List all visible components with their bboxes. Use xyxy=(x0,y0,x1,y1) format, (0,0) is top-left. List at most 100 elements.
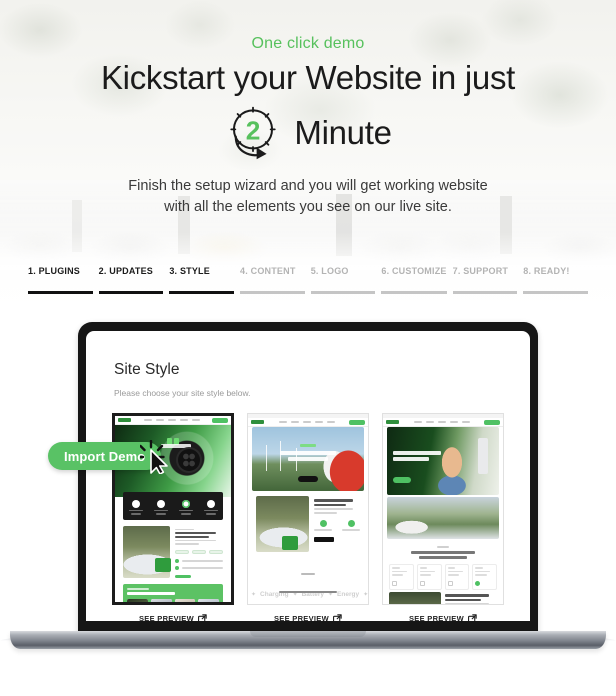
mock-nav-cta xyxy=(349,419,365,425)
mock-nav-cta xyxy=(212,417,228,423)
step-style[interactable]: 3. STYLE xyxy=(169,266,235,294)
clock-number: 2 xyxy=(246,115,261,145)
mock-cta-button xyxy=(175,574,191,578)
step-style-bar xyxy=(169,291,235,294)
external-link-icon xyxy=(467,614,477,621)
mock-services-section xyxy=(389,546,497,590)
step-content-bar xyxy=(240,291,305,294)
mock-content-text xyxy=(175,526,223,578)
step-support[interactable]: 7. SUPPORT xyxy=(452,266,518,294)
mock-band-image xyxy=(387,497,499,539)
external-link-icon xyxy=(332,614,342,621)
mock-bottom-cta xyxy=(248,562,368,598)
mock-navbar xyxy=(115,416,231,425)
mock-feature-strip xyxy=(123,492,223,520)
mock-logo xyxy=(251,420,264,424)
one-click-demo-page: One click demo Kickstart your Website in… xyxy=(0,0,616,696)
mock-nav-links xyxy=(134,419,209,421)
mock-charger-unit xyxy=(477,437,488,474)
step-support-label: 7. SUPPORT xyxy=(452,266,509,276)
mock-navbar xyxy=(383,418,503,427)
mock-content-section xyxy=(123,526,223,578)
step-content-label: 4. CONTENT xyxy=(240,266,296,276)
hero-subtitle-line-2: with all the elements you see on our liv… xyxy=(164,199,452,215)
hero-subtitle-line-1: Finish the setup wizard and you will get… xyxy=(128,178,488,194)
laptop-screen: Site Style Please choose your site style… xyxy=(86,331,530,621)
mock-content-section xyxy=(389,592,497,604)
mock-hero-headline xyxy=(280,451,336,463)
mock-feature-icon xyxy=(156,499,165,508)
mock-content-text xyxy=(445,592,497,604)
step-customize-bar xyxy=(381,291,447,294)
hero-subtitle: Finish the setup wizard and you will get… xyxy=(0,176,616,218)
site-style-card-list: SEE PREVIEW ✦ Charging ✦ Battery ✦ Energ… xyxy=(112,413,504,621)
wizard-step-navigation: 1. PLUGINS 2. UPDATES 3. STYLE 4. CONTEN… xyxy=(28,266,588,294)
see-preview-label: SEE PREVIEW xyxy=(409,614,464,621)
hero-eyebrow: One click demo xyxy=(251,35,365,52)
mock-hero-button xyxy=(298,475,318,482)
step-logo-label: 5. LOGO xyxy=(310,266,349,276)
mock-logo xyxy=(386,420,399,424)
hero-minute-word: Minute xyxy=(294,114,392,151)
mock-feature-icon xyxy=(206,499,215,508)
step-ready-bar xyxy=(523,291,588,294)
mock-logo xyxy=(118,418,131,422)
mock-hero-person-image xyxy=(387,427,499,495)
site-style-thumb-2[interactable]: ✦ Charging ✦ Battery ✦ Energy ✦ xyxy=(247,413,369,605)
step-plugins-bar xyxy=(28,291,93,294)
mock-hero-title-bar xyxy=(161,443,192,448)
step-customize[interactable]: 6. CUSTOMIZE xyxy=(381,266,447,294)
hero-headline-row-2: 2 Minute xyxy=(0,104,616,162)
mock-green-headline xyxy=(127,592,175,595)
mock-feature-item xyxy=(203,499,218,515)
mock-content-section xyxy=(256,496,360,552)
mock-nav-cta xyxy=(484,419,500,425)
mock-hero-button xyxy=(393,477,411,484)
laptop-lid: Site Style Please choose your site style… xyxy=(78,322,538,638)
mock-badge xyxy=(155,558,171,572)
mock-navbar xyxy=(248,418,368,427)
step-updates[interactable]: 2. UPDATES xyxy=(98,266,164,294)
laptop-base xyxy=(10,631,606,649)
mock-nav-links xyxy=(267,421,346,423)
step-ready-label: 8. READY! xyxy=(523,266,570,276)
mock-feature-icon xyxy=(181,499,190,508)
see-preview-link-2[interactable]: SEE PREVIEW xyxy=(247,614,369,621)
mock-badge xyxy=(282,536,298,550)
step-plugins[interactable]: 1. PLUGINS xyxy=(28,266,93,294)
mock-hero-headline xyxy=(393,451,441,463)
mock-feature-item xyxy=(128,499,143,515)
site-style-card-3[interactable]: SEE PREVIEW xyxy=(382,413,504,621)
step-updates-label: 2. UPDATES xyxy=(98,266,154,276)
mock-feature-item xyxy=(153,499,168,515)
mock-green-section xyxy=(123,584,223,602)
step-customize-label: 6. CUSTOMIZE xyxy=(381,266,447,276)
mock-think-section xyxy=(254,604,362,605)
wizard-page-title: Site Style xyxy=(114,361,180,378)
mock-content-text xyxy=(314,496,360,552)
wizard-page-subtitle: Please choose your site style below. xyxy=(114,388,251,398)
step-content[interactable]: 4. CONTENT xyxy=(240,266,305,294)
step-plugins-label: 1. PLUGINS xyxy=(28,266,81,276)
laptop-mockup: Site Style Please choose your site style… xyxy=(0,322,616,696)
see-preview-label: SEE PREVIEW xyxy=(139,614,194,621)
mock-nav-links xyxy=(402,421,481,423)
see-preview-link-3[interactable]: SEE PREVIEW xyxy=(382,614,504,621)
see-preview-link-1[interactable]: SEE PREVIEW xyxy=(112,614,234,621)
step-logo-bar xyxy=(310,291,376,294)
site-style-card-2[interactable]: ✦ Charging ✦ Battery ✦ Energy ✦ SEE PREV… xyxy=(247,413,369,621)
mock-content-image xyxy=(389,592,441,604)
step-updates-bar xyxy=(98,291,164,294)
mock-feature-icon xyxy=(131,499,140,508)
clock-two-minute-icon: 2 xyxy=(230,106,277,160)
external-link-icon xyxy=(197,614,207,621)
site-style-thumb-3[interactable] xyxy=(382,413,504,605)
hero-headline: Kickstart your Website in just xyxy=(100,59,516,96)
step-support-bar xyxy=(452,291,518,294)
step-logo[interactable]: 5. LOGO xyxy=(310,266,376,294)
step-ready[interactable]: 8. READY! xyxy=(523,266,588,294)
mock-feature-item xyxy=(178,499,193,515)
import-demo-button[interactable]: Import Demo xyxy=(48,442,162,470)
mock-hero-turbines-image xyxy=(252,427,364,491)
step-style-label: 3. STYLE xyxy=(169,266,210,276)
